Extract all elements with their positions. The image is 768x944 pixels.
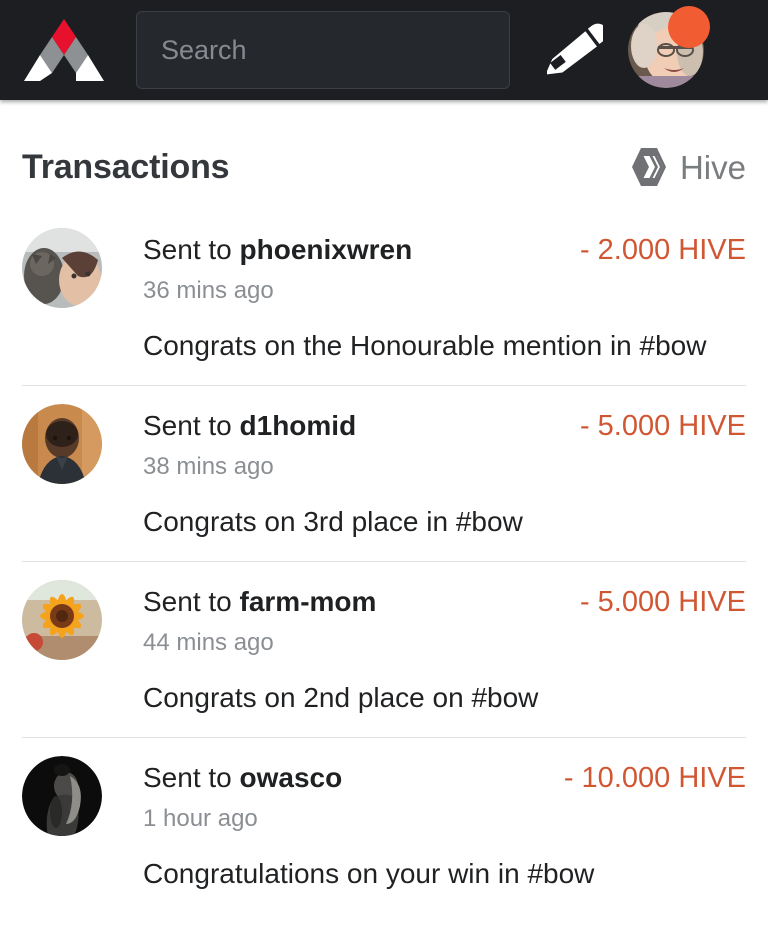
transaction-summary: Sent to d1homid 38 mins ago - 5.000 HIVE <box>22 404 746 484</box>
page-title-row: Transactions Hive <box>0 100 768 188</box>
transaction-recipient[interactable]: phoenixwren <box>240 234 413 265</box>
transaction-recipient[interactable]: d1homid <box>240 410 357 441</box>
transaction-details: Sent to d1homid 38 mins ago <box>102 404 580 482</box>
transaction-amount: - 5.000 HIVE <box>579 410 746 442</box>
transaction-memo: Congratulations on your win in #bow <box>143 858 595 889</box>
transaction-headline: Sent to phoenixwren <box>143 232 580 267</box>
table-row[interactable]: Sent to farm-mom 44 mins ago - 5.000 HIV… <box>22 561 746 737</box>
transaction-summary: Sent to owasco 1 hour ago - 10.000 HIVE <box>22 756 746 836</box>
hive-brand: Hive <box>630 146 746 188</box>
avatar-farm-mom[interactable] <box>22 580 102 660</box>
transaction-headline: Sent to farm-mom <box>143 584 580 619</box>
app-header <box>0 0 768 100</box>
transaction-headline: Sent to d1homid <box>143 408 580 443</box>
hive-logo-icon <box>631 148 666 186</box>
transaction-action: Sent to <box>143 410 232 441</box>
transaction-recipient[interactable]: owasco <box>240 762 343 793</box>
transaction-amount: - 5.000 HIVE <box>579 586 746 618</box>
transaction-action: Sent to <box>143 586 232 617</box>
compose-post-button[interactable] <box>544 15 606 85</box>
transaction-timestamp: 38 mins ago <box>143 453 274 480</box>
transaction-timestamp: 1 hour ago <box>143 805 258 832</box>
table-row[interactable]: Sent to phoenixwren 36 mins ago - 2.000 … <box>22 224 746 385</box>
transactions-list: Sent to phoenixwren 36 mins ago - 2.000 … <box>0 224 768 913</box>
transaction-details: Sent to phoenixwren 36 mins ago <box>102 228 580 306</box>
transaction-summary: Sent to phoenixwren 36 mins ago - 2.000 … <box>22 228 746 308</box>
transaction-headline: Sent to owasco <box>143 760 564 795</box>
transaction-memo: Congrats on the Honourable mention in #b… <box>143 330 707 361</box>
actifit-logo-icon[interactable] <box>22 17 106 83</box>
transaction-details: Sent to farm-mom 44 mins ago <box>102 580 580 658</box>
table-row[interactable]: Sent to d1homid 38 mins ago - 5.000 HIVE… <box>22 385 746 561</box>
transaction-amount: - 2.000 HIVE <box>579 234 746 266</box>
transaction-action: Sent to <box>143 762 232 793</box>
search-input[interactable] <box>137 12 509 88</box>
search-bar[interactable] <box>136 11 510 89</box>
hive-label: Hive <box>679 148 746 186</box>
transaction-action: Sent to <box>143 234 232 265</box>
transaction-timestamp: 36 mins ago <box>143 277 274 304</box>
transaction-recipient[interactable]: farm-mom <box>240 586 377 617</box>
transaction-timestamp: 44 mins ago <box>143 629 274 656</box>
avatar-d1homid[interactable] <box>22 404 102 484</box>
transaction-memo: Congrats on 3rd place in #bow <box>143 506 523 537</box>
table-row[interactable]: Sent to owasco 1 hour ago - 10.000 HIVE … <box>22 737 746 913</box>
avatar-owasco[interactable] <box>22 756 102 836</box>
profile-avatar-button[interactable] <box>628 6 710 88</box>
page-title: Transactions <box>22 148 230 186</box>
transaction-memo: Congrats on 2nd place on #bow <box>143 682 539 713</box>
notification-badge[interactable] <box>668 6 710 48</box>
transaction-summary: Sent to farm-mom 44 mins ago - 5.000 HIV… <box>22 580 746 660</box>
transaction-details: Sent to owasco 1 hour ago <box>102 756 564 834</box>
avatar-phoenixwren[interactable] <box>22 228 102 308</box>
transaction-amount: - 10.000 HIVE <box>563 762 746 794</box>
pencil-icon <box>547 23 603 75</box>
